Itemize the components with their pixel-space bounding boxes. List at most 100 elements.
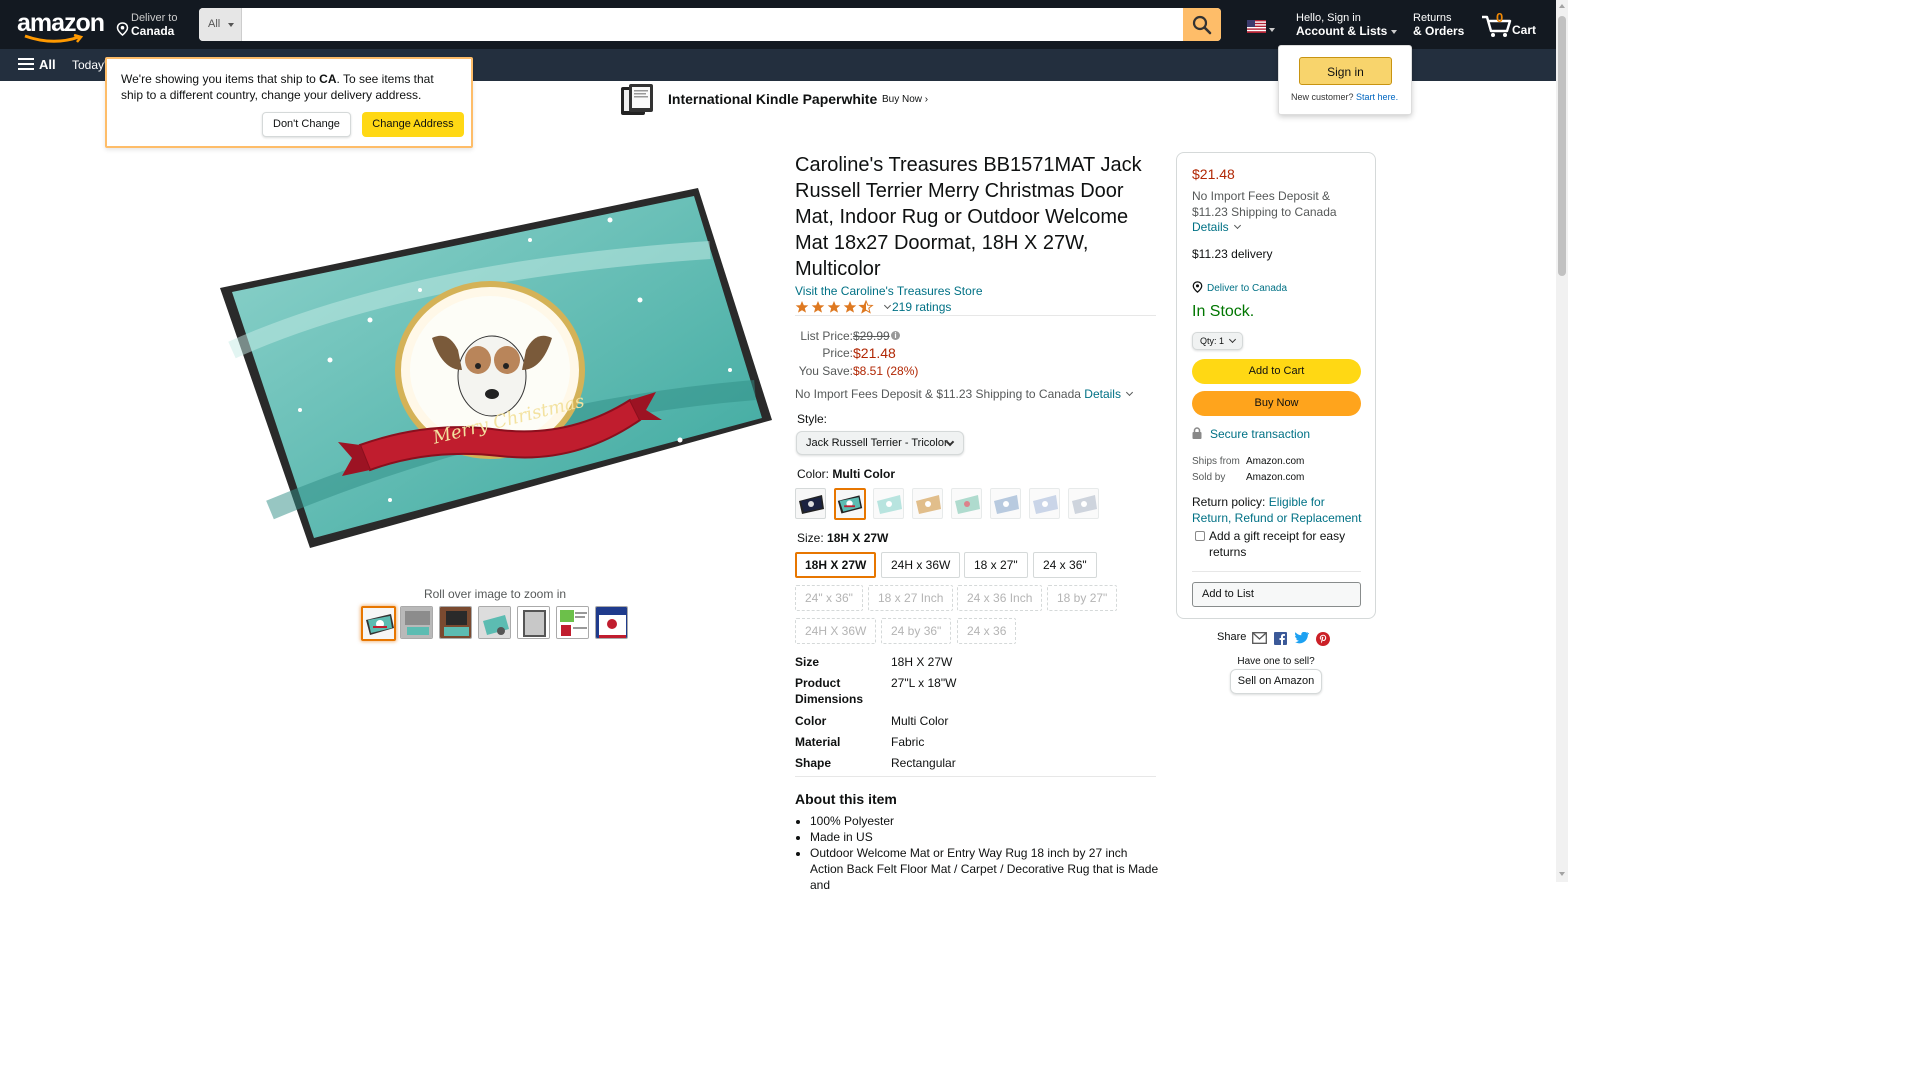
size-option-unavailable[interactable]: 24 by 36" [881,618,952,644]
list-item: Outdoor Welcome Mat or Entry Way Rug 18 … [810,845,1160,893]
buybox-details[interactable]: Details [1192,220,1241,234]
list-item: Made in US [810,829,1160,845]
returns-label: Returns [1413,12,1452,24]
size-option-unavailable[interactable]: 24" x 36" [795,585,863,611]
search-input[interactable] [242,8,1183,41]
account-menu[interactable]: Hello, Sign in Account & Lists [1296,12,1398,39]
amazon-logo[interactable]: amazon [17,10,105,43]
all-menu-button[interactable]: All [18,57,56,72]
chevron-down-icon [1228,335,1237,344]
thumbnail-7[interactable] [595,606,628,639]
chevron-down-icon[interactable] [1125,388,1134,397]
size-option[interactable]: 18H X 27W [795,552,877,578]
style-dropdown[interactable]: Jack Russell Terrier - Tricolor [796,431,964,455]
ships-sold-by: Ships from Amazon.com Sold by Amazon.com [1192,456,1305,483]
add-to-list-button[interactable]: Add to List [1192,582,1361,607]
twitter-icon[interactable] [1295,632,1309,644]
signin-popover: Sign in New customer? Start here. [1278,45,1412,115]
swatch-blue-image [994,495,1019,514]
color-swatch-6[interactable] [990,488,1021,519]
search-bar: All [199,8,1221,41]
color-swatch-1[interactable] [795,488,826,519]
star-rating-icon [795,300,873,314]
buy-now-button[interactable]: Buy Now [1192,391,1361,416]
change-address-button[interactable]: Change Address [362,112,464,137]
info-icon[interactable]: i [891,331,900,340]
color-swatch-8[interactable] [1068,488,1099,519]
thumbnail-4[interactable] [478,606,511,639]
size-option-unavailable[interactable]: 18 x 27 Inch [868,585,954,611]
swatch-lightblue-image [1033,495,1058,514]
size-option-unavailable[interactable]: 24 x 36 Inch [957,585,1043,611]
facebook-icon[interactable] [1274,632,1287,645]
price-row: Price: $21.48 [822,345,896,361]
start-here-link[interactable]: Start here. [1356,92,1398,102]
thumbnail-1[interactable] [361,606,396,641]
swatch-teal-image [837,495,863,514]
size-option-unavailable[interactable]: 18 by 27" [1047,585,1118,611]
thumbnail-doorway-image [401,607,432,638]
size-option-unavailable[interactable]: 24 x 36 [957,618,1017,644]
color-swatch-7[interactable] [1029,488,1060,519]
thumbnail-back-image [518,607,549,638]
share-label: Share [1217,631,1247,643]
style-value: Jack Russell Terrier - Tricolor [806,437,948,449]
gift-receipt-checkbox[interactable] [1195,531,1205,541]
thumbnail-2[interactable] [400,606,433,639]
color-swatch-4[interactable] [912,488,943,519]
vertical-scrollbar[interactable] [1556,0,1568,882]
thumbnail-6[interactable] [556,606,589,639]
banner-buy-now[interactable]: Buy Now › [882,94,928,105]
list-price-row: List Price: $29.99 i [795,329,995,345]
thumbnail-5[interactable] [517,606,550,639]
add-to-cart-button[interactable]: Add to Cart [1192,359,1361,384]
cart-button[interactable]: 0 Cart [1481,10,1541,40]
swatch-navy-image [799,495,824,514]
product-title: Caroline's Treasures BB1571MAT Jack Russ… [795,154,1142,280]
caret-down-icon [1391,29,1398,34]
zoom-hint: Roll over image to zoom in [423,587,567,601]
scroll-down-arrow-icon[interactable] [1559,872,1565,876]
color-swatch-5[interactable] [951,488,982,519]
returns-orders[interactable]: Returns & Orders [1413,12,1464,39]
size-option-unavailable[interactable]: 24H X 36W [795,618,877,644]
size-option[interactable]: 18 x 27" [964,552,1028,578]
store-link[interactable]: Visit the Caroline's Treasures Store [795,284,983,298]
pinterest-icon[interactable] [1316,632,1330,646]
size-option[interactable]: 24 x 36" [1033,552,1097,578]
about-list: 100% Polyester Made in US Outdoor Welcom… [810,813,1160,893]
signin-button[interactable]: Sign in [1299,57,1392,85]
swatch-gold-image [916,495,941,514]
price: $21.48 [853,345,896,361]
secure-transaction[interactable]: Secure transaction [1192,427,1310,441]
banner-title: International Kindle Paperwhite [668,91,878,107]
buybox-deliver-to[interactable]: Deliver to Canada [1192,281,1287,294]
search-category-dropdown[interactable]: All [199,8,242,41]
details-link[interactable]: Details [1084,387,1121,401]
search-button[interactable] [1183,8,1221,41]
sell-on-amazon-button[interactable]: Sell on Amazon [1230,669,1322,694]
thumbnail-3[interactable] [439,606,472,639]
scrollbar-thumb[interactable] [1558,16,1566,276]
deliver-to[interactable]: Deliver to Canada [116,12,177,39]
style-label: Style: [797,412,828,426]
us-flag-icon[interactable] [1247,20,1266,33]
share-row: Share [1217,631,1330,646]
dont-change-button[interactable]: Don't Change [262,112,351,137]
swatch-mint-image [877,495,902,514]
ratings-count-link[interactable]: 219 ratings [892,300,951,314]
new-customer-text: New customer? Start here. [1291,92,1399,102]
buybox-delivery: $11.23 delivery [1192,247,1273,261]
color-swatch-2-selected[interactable] [834,488,866,520]
product-main-image[interactable]: Merry Christmas [210,180,780,560]
all-label: All [39,57,56,72]
about-title: About this item [795,791,897,807]
email-icon[interactable] [1252,632,1267,644]
color-swatch-3[interactable] [873,488,904,519]
caret-down-icon [1269,28,1275,32]
quantity-dropdown[interactable]: Qty: 1 [1192,332,1243,350]
rating-chevron-icon[interactable] [883,301,891,310]
search-category-label: All [208,18,221,30]
scroll-up-arrow-icon[interactable] [1559,4,1565,8]
size-option[interactable]: 24H x 36W [881,552,961,578]
